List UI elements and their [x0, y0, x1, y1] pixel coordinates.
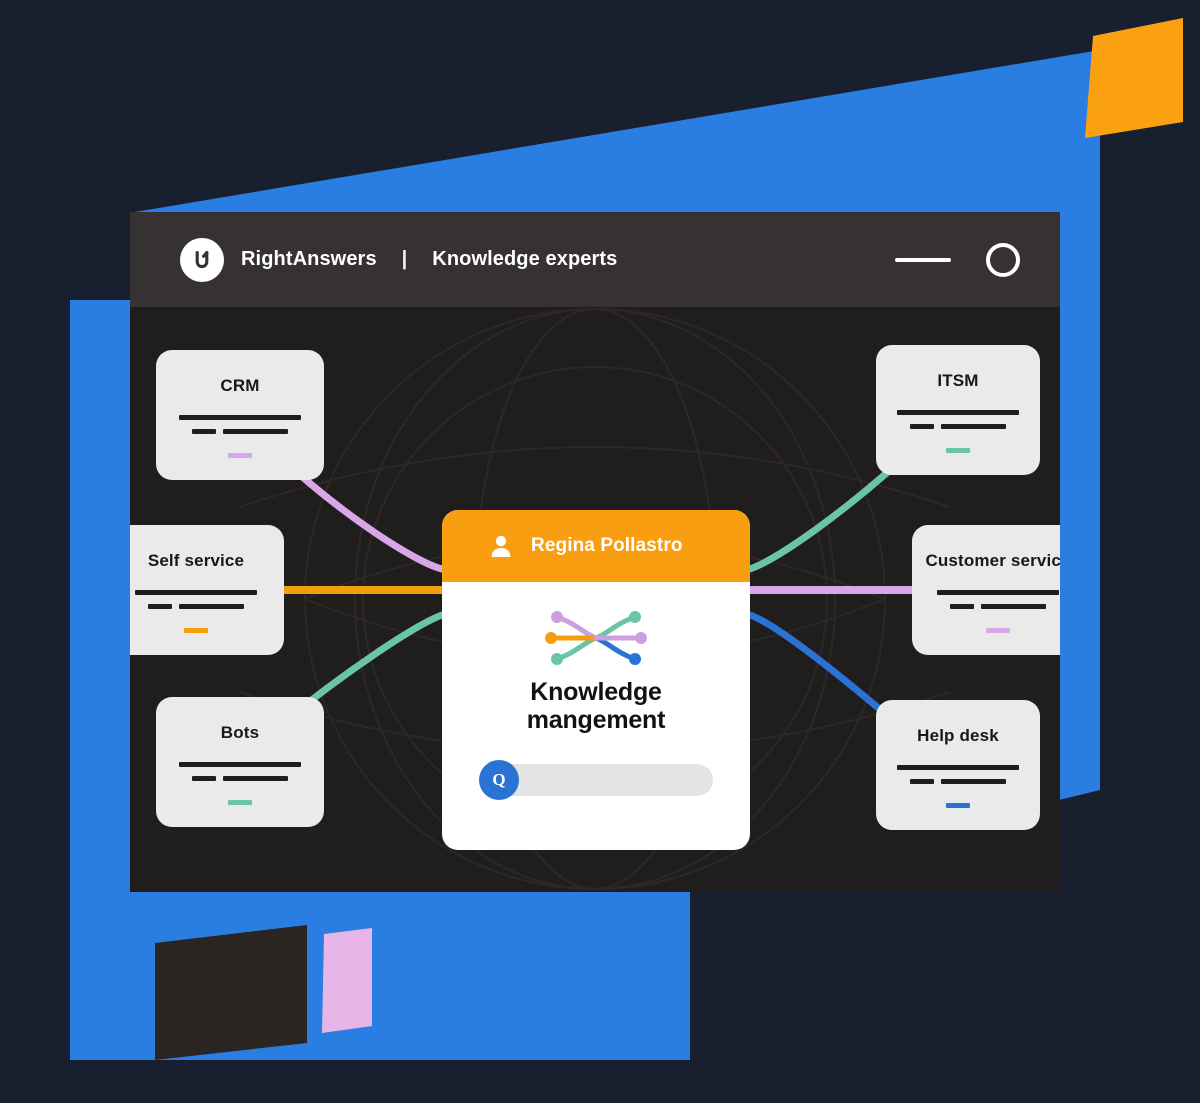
- placeholder-line-row: [910, 424, 1006, 429]
- placeholder-line-row: [950, 604, 1046, 609]
- placeholder-line-row: [148, 604, 244, 609]
- maximize-icon[interactable]: [986, 242, 1020, 277]
- placeholder-line-short: [950, 604, 974, 609]
- search-input[interactable]: [497, 764, 713, 796]
- decorative-orange-parallelogram: [1085, 18, 1183, 138]
- placeholder-line-medium: [223, 429, 288, 434]
- node-title: Customer service: [925, 551, 1060, 570]
- placeholder-line: [937, 590, 1059, 595]
- decorative-dark-parallelogram: [155, 925, 307, 1060]
- node-accent-bar: [946, 448, 970, 453]
- window-titlebar: RightAnswers | Knowledge experts: [130, 212, 1060, 307]
- brand-title: RightAnswers: [241, 248, 377, 270]
- window-controls: [895, 242, 1020, 277]
- node-title: Self service: [147, 551, 245, 570]
- placeholder-line-row: [910, 779, 1006, 784]
- node-card-self-service[interactable]: Self service: [130, 525, 284, 655]
- search-button-label: Q: [492, 770, 506, 789]
- node-card-help-desk[interactable]: Help desk: [876, 700, 1040, 830]
- brand-subtitle: Knowledge experts: [432, 248, 618, 270]
- brand: RightAnswers | Knowledge experts: [180, 237, 618, 282]
- node-card-customer-service[interactable]: Customer service: [912, 525, 1060, 655]
- decorative-pink-parallelogram: [322, 928, 372, 1033]
- node-accent-bar: [946, 803, 970, 808]
- node-card-bots[interactable]: Bots: [156, 697, 324, 827]
- node-title: CRM: [220, 376, 260, 395]
- center-card-title-line2: mangement: [526, 705, 666, 734]
- diagram-canvas: CRM Self service Bots ITSM Customer serv…: [130, 307, 1060, 892]
- placeholder-line-short: [192, 776, 216, 781]
- center-card-title: Knowledge mangement: [526, 678, 666, 734]
- placeholder-line-short: [192, 429, 216, 434]
- placeholder-line-short: [910, 779, 934, 784]
- knowledge-network-icon: [545, 611, 647, 665]
- placeholder-line-medium: [981, 604, 1046, 609]
- user-icon: [491, 535, 511, 557]
- placeholder-line-short: [148, 604, 172, 609]
- center-card: Regina Pollastro Knowledge mangement Q: [442, 510, 750, 850]
- placeholder-line: [179, 762, 301, 767]
- app-window: RightAnswers | Knowledge experts CRM Sel…: [130, 212, 1060, 892]
- node-accent-bar: [184, 628, 208, 633]
- minimize-icon[interactable]: [895, 257, 951, 262]
- node-title: Help desk: [917, 726, 999, 745]
- node-accent-bar: [986, 628, 1010, 633]
- placeholder-line: [135, 590, 257, 595]
- node-accent-bar: [228, 800, 252, 805]
- node-card-itsm[interactable]: ITSM: [876, 345, 1040, 475]
- placeholder-line-row: [192, 776, 288, 781]
- search-container: Q: [479, 760, 713, 800]
- brand-separator: |: [401, 248, 408, 270]
- placeholder-line-row: [192, 429, 288, 434]
- node-title: ITSM: [937, 371, 979, 390]
- poster-stage: RightAnswers | Knowledge experts CRM Sel…: [0, 0, 1200, 1103]
- placeholder-line: [897, 765, 1019, 770]
- node-card-crm[interactable]: CRM: [156, 350, 324, 480]
- placeholder-line-short: [910, 424, 934, 429]
- user-name: Regina Pollastro: [531, 535, 683, 556]
- rightanswers-logo-icon: [180, 237, 224, 282]
- placeholder-line: [897, 410, 1019, 415]
- placeholder-line-medium: [179, 604, 244, 609]
- center-card-title-line1: Knowledge: [530, 678, 662, 706]
- placeholder-line: [179, 415, 301, 420]
- node-accent-bar: [228, 453, 252, 458]
- placeholder-line-medium: [941, 779, 1006, 784]
- placeholder-line-medium: [941, 424, 1006, 429]
- search-icon[interactable]: Q: [479, 760, 519, 800]
- center-card-body: Knowledge mangement Q: [442, 582, 750, 850]
- placeholder-line-medium: [223, 776, 288, 781]
- node-title: Bots: [220, 723, 260, 742]
- center-card-header: Regina Pollastro: [442, 510, 750, 582]
